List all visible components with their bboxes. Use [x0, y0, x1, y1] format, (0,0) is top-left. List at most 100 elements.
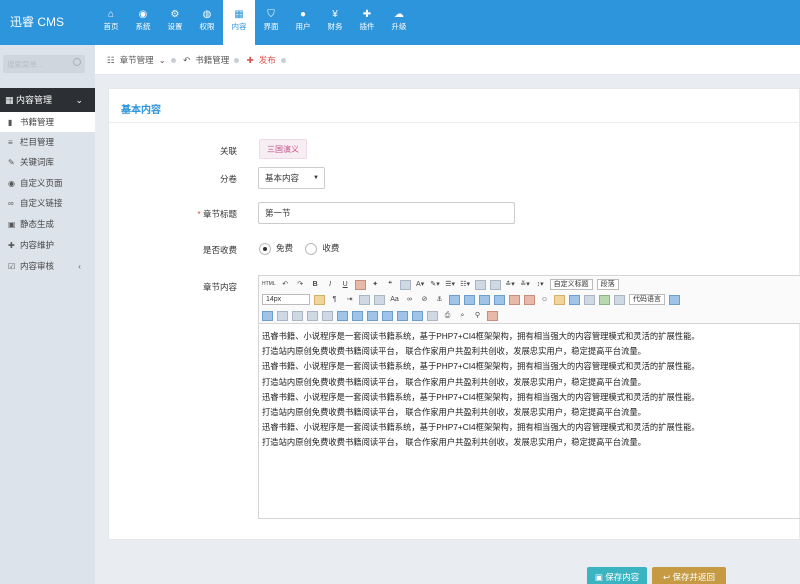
emotion-icon[interactable]: ☺ [539, 294, 550, 305]
sidebar-item-maintenance[interactable]: ✚ 内容维护 [0, 235, 95, 255]
preview-icon[interactable]: ⌕ [457, 310, 468, 321]
anchor-icon[interactable]: ⚓ [434, 294, 445, 305]
map-icon[interactable] [554, 294, 565, 305]
undo-icon[interactable]: ↶ [280, 279, 291, 290]
table-icon[interactable] [262, 310, 273, 321]
sidebar-item-books[interactable]: ▮ 书籍管理 [0, 112, 95, 132]
editor-content[interactable]: 迅睿书籍、小说程序是一套阅读书籍系统，基于PHP7+CI4框架架构，拥有相当强大… [262, 329, 800, 451]
image-center-icon[interactable] [494, 294, 505, 305]
nav-plugins[interactable]: ✚ 插件 [351, 0, 383, 45]
row-spacing-bottom-icon[interactable]: ≚▾ [520, 279, 531, 290]
crumb-book-mgmt[interactable]: 书籍管理 [195, 55, 229, 65]
code-language-select[interactable]: 代码语言 [629, 294, 665, 305]
merge-down-icon[interactable] [367, 310, 378, 321]
search-icon[interactable] [73, 58, 81, 66]
delete-row-icon[interactable] [292, 310, 303, 321]
nav-upgrade[interactable]: ☁ 升级 [383, 0, 415, 45]
image-right-icon[interactable] [479, 294, 490, 305]
sidebar-item-custom-links[interactable]: ∞ 自定义链接 [0, 193, 95, 213]
help-icon[interactable] [487, 310, 498, 321]
align-left-icon[interactable] [359, 294, 370, 305]
basic-content-panel: 基本内容 关联 三国演义 分卷 基本内容 ▼ * 章节标题 第一节 是否收费 免费… [108, 88, 800, 540]
crumb-chapter-mgmt[interactable]: 章节管理 [120, 55, 154, 65]
sidebar-item-keywords[interactable]: ✎ 关键词库 [0, 152, 95, 172]
toolbar-row-1: HTML ↶ ↷ B I U ✦ ❝ A▾ ✎▾ ☰▾ ☷▾ ≛▾ ≚▾ ↕▾ … [262, 277, 623, 292]
related-book-tag[interactable]: 三国演义 [259, 139, 307, 159]
save-icon: ▣ [594, 572, 606, 582]
row-spacing-top-icon[interactable]: ≛▾ [505, 279, 516, 290]
attachment-icon[interactable] [584, 294, 595, 305]
volume-select[interactable]: 基本内容 ▼ [258, 167, 325, 189]
frame-icon[interactable] [614, 294, 625, 305]
clear-doc-icon[interactable] [489, 279, 501, 290]
multi-image-icon[interactable] [524, 294, 535, 305]
font-color-icon[interactable]: A▾ [415, 279, 426, 290]
sidebar-item-categories[interactable]: ≡ 栏目管理 [0, 132, 95, 152]
custom-title-select[interactable]: 自定义标题 [549, 279, 593, 290]
line-height-icon[interactable]: ↕▾ [535, 279, 546, 290]
nav-home[interactable]: ⌂ 首页 [95, 0, 127, 45]
radio-free[interactable]: 免费 [259, 241, 293, 255]
split-cells-icon[interactable] [382, 310, 393, 321]
eraser-icon[interactable] [354, 279, 366, 290]
case-icon[interactable]: Aa [389, 294, 400, 305]
image-left-icon[interactable] [449, 294, 460, 305]
sidebar-item-review[interactable]: ☑ 内容审核 ‹ [0, 256, 95, 276]
save-button[interactable]: ▣ 保存内容 [587, 567, 647, 584]
nav-finance[interactable]: ¥ 财务 [319, 0, 351, 45]
nav-permissions[interactable]: ◍ 权限 [191, 0, 223, 45]
quote-icon[interactable]: ❝ [385, 279, 396, 290]
insert-row-icon[interactable] [277, 310, 288, 321]
sidebar-section-content-mgmt[interactable]: ▦ 内容管理 ⌄ [0, 88, 95, 112]
paste-icon[interactable] [399, 279, 411, 290]
template-icon[interactable] [669, 294, 680, 305]
link-icon[interactable]: ∞ [404, 294, 415, 305]
sidebar-item-custom-pages[interactable]: ◉ 自定义页面 [0, 173, 95, 193]
html-source-button[interactable]: HTML [262, 279, 276, 290]
paragraph-mark-icon[interactable]: ¶ [329, 294, 340, 305]
underline-icon[interactable]: U [340, 279, 351, 290]
sidebar-search-input[interactable]: 搜索菜单... [3, 55, 85, 73]
radio-paid[interactable]: 收费 [305, 241, 339, 255]
search-replace-icon[interactable]: ⚲ [472, 310, 483, 321]
print-icon[interactable]: ⎙ [442, 310, 453, 321]
separator-dot [170, 58, 176, 64]
brand-logo[interactable]: 迅睿 CMS [0, 0, 95, 45]
video-icon[interactable] [569, 294, 580, 305]
select-all-icon[interactable] [474, 279, 486, 290]
ltr-icon[interactable] [314, 294, 325, 305]
nav-content[interactable]: ▦ 内容 [223, 0, 255, 45]
split-cols-icon[interactable] [412, 310, 423, 321]
nav-settings[interactable]: ⚙ 设置 [159, 0, 191, 45]
font-size-select[interactable]: 14px [262, 294, 310, 305]
align-center-icon[interactable] [374, 294, 385, 305]
split-rows-icon[interactable] [397, 310, 408, 321]
unlink-icon[interactable]: ⊘ [419, 294, 430, 305]
crumb-publish[interactable]: 发布 [259, 55, 276, 65]
image-upload-icon[interactable] [509, 294, 520, 305]
image-none-icon[interactable] [464, 294, 475, 305]
merge-right-icon[interactable] [352, 310, 363, 321]
nav-system[interactable]: ◉ 系统 [127, 0, 159, 45]
delete-col-icon[interactable] [322, 310, 333, 321]
save-and-return-button[interactable]: ↩ 保存并返回 [652, 567, 726, 584]
sidebar-item-static-gen[interactable]: ▣ 静态生成 [0, 214, 95, 234]
nav-users[interactable]: ● 用户 [287, 0, 319, 45]
ordered-list-icon[interactable]: ☰▾ [445, 279, 456, 290]
insert-col-icon[interactable] [307, 310, 318, 321]
highlight-icon[interactable]: ✎▾ [430, 279, 441, 290]
unordered-list-icon[interactable]: ☷▾ [460, 279, 471, 290]
bold-icon[interactable]: B [310, 279, 321, 290]
redo-icon[interactable]: ↷ [295, 279, 306, 290]
indent-icon[interactable]: ⇥ [344, 294, 355, 305]
paragraph-select[interactable]: 段落 [596, 279, 619, 290]
background-icon[interactable] [599, 294, 610, 305]
chapter-title-input[interactable]: 第一节 [258, 202, 515, 224]
nav-interface[interactable]: ⛉ 界面 [255, 0, 287, 45]
autotype-icon[interactable]: ✦ [370, 279, 381, 290]
rich-text-editor: HTML ↶ ↷ B I U ✦ ❝ A▾ ✎▾ ☰▾ ☷▾ ≛▾ ≚▾ ↕▾ … [258, 275, 800, 519]
charge-radio-group: 免费 收费 [259, 241, 349, 255]
merge-cells-icon[interactable] [337, 310, 348, 321]
italic-icon[interactable]: I [325, 279, 336, 290]
pagebreak-icon[interactable] [427, 310, 438, 321]
